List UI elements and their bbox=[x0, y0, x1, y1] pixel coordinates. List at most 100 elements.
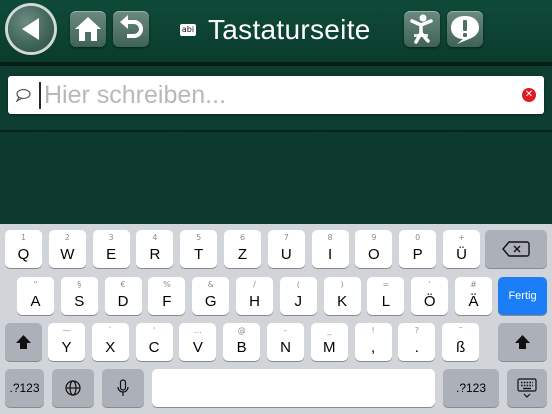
key-label: L bbox=[381, 293, 391, 310]
key-hint: + bbox=[458, 233, 465, 242]
key-row3-5[interactable]: -N bbox=[267, 323, 304, 361]
key-hint: 2 bbox=[64, 233, 70, 242]
key-hint: 8 bbox=[327, 233, 333, 242]
numbers-key-right[interactable]: .?123 bbox=[443, 369, 499, 407]
undo-button[interactable] bbox=[113, 11, 149, 47]
text-input-box[interactable]: ✕ bbox=[8, 76, 544, 114]
key-hint: 5 bbox=[196, 233, 202, 242]
keyboard-dismiss-icon bbox=[517, 378, 537, 398]
page-title-group: abi Tastaturseite bbox=[180, 12, 371, 48]
key-label: S bbox=[74, 293, 85, 310]
key-hint: " bbox=[33, 280, 38, 289]
person-button[interactable] bbox=[404, 11, 440, 47]
key-row2-0[interactable]: " A bbox=[17, 277, 54, 315]
undo-icon bbox=[120, 15, 143, 38]
key-row2-9[interactable]: ' Ö bbox=[411, 277, 449, 315]
home-button[interactable] bbox=[70, 11, 106, 47]
shift-icon bbox=[515, 335, 530, 349]
key-label: X bbox=[105, 339, 116, 356]
key-hint: 1 bbox=[20, 233, 27, 242]
key-row2-4[interactable]: & G bbox=[192, 277, 230, 315]
key-hint: 7 bbox=[283, 233, 289, 242]
key-row1-5[interactable]: 6Z bbox=[224, 230, 261, 268]
key-row3-7[interactable]: !, bbox=[354, 323, 392, 361]
key-row1-1[interactable]: 2W bbox=[48, 230, 86, 268]
key-hint: ' bbox=[152, 326, 156, 335]
alert-button[interactable] bbox=[447, 11, 483, 47]
keyboard-dismiss-key[interactable] bbox=[507, 369, 547, 407]
alert-icon bbox=[451, 16, 479, 44]
key-row1-3[interactable]: 4R bbox=[136, 230, 174, 268]
key-label: U bbox=[280, 246, 292, 263]
key-row1-0[interactable]: 1Q bbox=[5, 230, 42, 268]
key-row1-9[interactable]: 0P bbox=[399, 230, 437, 268]
key-label: H bbox=[249, 293, 260, 310]
on-screen-keyboard: 1 Q 2 W 3 E 4 R 5 T 6 Z 7 U 8 I 9 O 0 P + Ü " A § S € D% F & G / H(J) K =… bbox=[0, 224, 552, 414]
key-label: P bbox=[412, 246, 423, 263]
key-hint: % bbox=[163, 280, 171, 289]
key-label: ß bbox=[456, 339, 466, 356]
key-hint: 9 bbox=[371, 233, 377, 242]
key-label: N bbox=[280, 339, 291, 356]
key-label: B bbox=[236, 339, 247, 356]
key-row3-4[interactable]: @ B bbox=[223, 323, 261, 361]
key-hint: 0 bbox=[415, 233, 421, 242]
key-row2-2[interactable]: € D bbox=[104, 277, 142, 315]
globe-key[interactable] bbox=[52, 369, 94, 407]
key-row3-9[interactable]: ˜ ß bbox=[442, 323, 480, 361]
key-row1-4[interactable]: 5T bbox=[180, 230, 218, 268]
shift-key-right[interactable] bbox=[498, 323, 547, 361]
key-row1-6[interactable]: 7U bbox=[267, 230, 305, 268]
backspace-key[interactable] bbox=[485, 230, 547, 268]
speech-bubble-icon bbox=[15, 88, 31, 102]
shift-key-left[interactable] bbox=[5, 323, 42, 361]
key-label: Y bbox=[61, 339, 72, 356]
key-hint: = bbox=[382, 280, 390, 289]
key-hint: ! bbox=[371, 326, 375, 335]
key-label: O bbox=[368, 246, 380, 263]
key-label: J bbox=[294, 293, 303, 310]
clear-icon[interactable]: ✕ bbox=[522, 88, 536, 102]
key-hint: _ bbox=[327, 326, 332, 335]
text-input[interactable] bbox=[44, 79, 504, 111]
key-row2-10[interactable]: # Ä bbox=[455, 277, 492, 315]
space-key[interactable] bbox=[152, 369, 435, 407]
back-button[interactable] bbox=[8, 6, 54, 52]
key-label: K bbox=[337, 293, 348, 310]
key-row3-2[interactable]: ' C bbox=[135, 323, 173, 361]
key-row1-2[interactable]: 3E bbox=[92, 230, 130, 268]
key-row2-5[interactable]: / H bbox=[236, 277, 273, 315]
key-row3-1[interactable]: ` X bbox=[91, 323, 129, 361]
key-row2-3[interactable]: % F bbox=[148, 277, 186, 315]
key-row1-10[interactable]: + Ü bbox=[443, 230, 480, 268]
key-hint: - bbox=[284, 326, 287, 335]
key-row3-6[interactable]: _ M bbox=[310, 323, 348, 361]
key-row2-1[interactable]: § S bbox=[60, 277, 98, 315]
key-row2-7[interactable]: ) K bbox=[323, 277, 361, 315]
key-label: R bbox=[149, 246, 161, 263]
globe-icon bbox=[65, 380, 81, 396]
key-hint: € bbox=[120, 280, 126, 289]
key-label: Ä bbox=[468, 293, 479, 310]
key-label: Q bbox=[17, 246, 30, 263]
key-row3-0[interactable]: — Y bbox=[48, 323, 85, 361]
numbers-key-label: .?123 bbox=[455, 381, 487, 395]
numbers-key-left[interactable]: .?123 bbox=[5, 369, 44, 407]
key-label: . bbox=[414, 339, 419, 356]
key-row3-3[interactable]: … V bbox=[179, 323, 217, 361]
done-key[interactable]: Fertig bbox=[498, 277, 547, 315]
key-row3-8[interactable]: ?. bbox=[398, 323, 436, 361]
microphone-key[interactable] bbox=[102, 369, 144, 407]
key-hint: ˜ bbox=[458, 326, 463, 335]
key-label: Ü bbox=[456, 246, 467, 263]
home-icon bbox=[75, 17, 101, 41]
key-label: D bbox=[117, 293, 129, 310]
key-label: Ö bbox=[423, 293, 436, 310]
key-row2-6[interactable]: (J bbox=[279, 277, 317, 315]
microphone-icon bbox=[117, 379, 129, 396]
key-row1-8[interactable]: 9O bbox=[355, 230, 393, 268]
key-row1-7[interactable]: 8I bbox=[311, 230, 349, 268]
key-hint: 6 bbox=[239, 233, 246, 242]
key-hint: ) bbox=[340, 280, 344, 289]
key-row2-8[interactable]: = L bbox=[367, 277, 405, 315]
